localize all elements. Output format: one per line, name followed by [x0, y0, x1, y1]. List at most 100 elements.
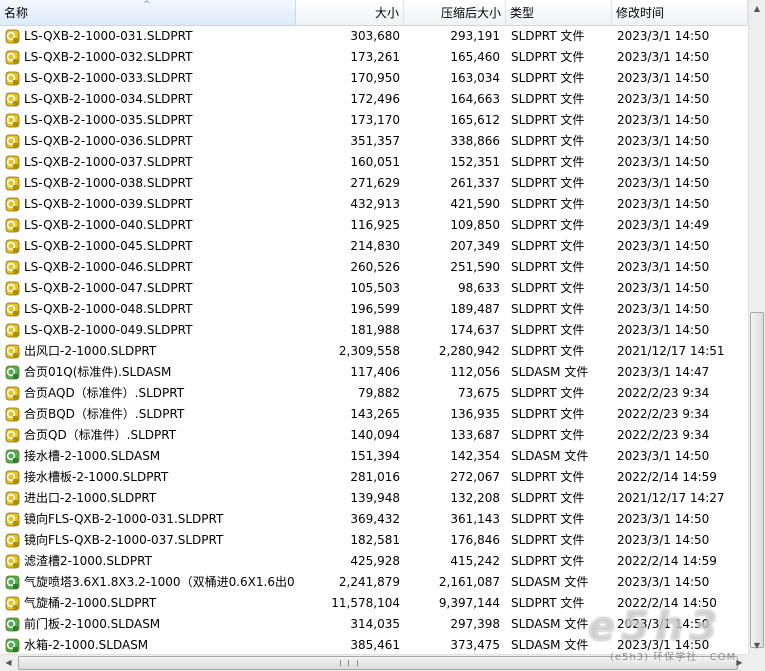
file-row[interactable]: LS-QXB-2-1000-035.SLDPRT 173,170 165,612 SL…	[0, 110, 748, 131]
file-size: 214,830	[350, 239, 400, 253]
file-type: SLDASM 文件	[511, 449, 589, 463]
sldprt-icon	[5, 113, 21, 128]
file-row[interactable]: LS-QXB-2-1000-048.SLDPRT 196,599 189,487 SL…	[0, 299, 748, 320]
file-row[interactable]: 进出口-2-1000.SLDPRT 139,948 132,208 SLDPRT 文件…	[0, 488, 748, 509]
file-compressed-size: 112,056	[450, 365, 500, 379]
file-type: SLDPRT 文件	[511, 554, 585, 568]
file-type: SLDPRT 文件	[511, 155, 585, 169]
file-type: SLDPRT 文件	[511, 260, 585, 274]
sldprt-icon	[5, 50, 21, 65]
file-type: SLDASM 文件	[511, 365, 589, 379]
file-list[interactable]: LS-QXB-2-1000-031.SLDPRT 303,680 293,191 SL…	[0, 26, 748, 656]
vertical-scroll-thumb[interactable]	[750, 312, 764, 648]
file-row[interactable]: LS-QXB-2-1000-047.SLDPRT 105,503 98,633 SLD…	[0, 278, 748, 299]
column-header-compressed-size[interactable]: 压缩后大小	[404, 0, 506, 25]
file-type: SLDPRT 文件	[511, 407, 585, 421]
file-size: 314,035	[350, 617, 400, 631]
column-header: 名称 ^ 大小 压缩后大小 类型 修改时间	[0, 0, 748, 26]
scroll-left-icon[interactable]: ◀	[0, 655, 17, 671]
file-row[interactable]: LS-QXB-2-1000-038.SLDPRT 271,629 261,337 SL…	[0, 173, 748, 194]
scroll-up-icon[interactable]: ▲	[749, 0, 765, 17]
file-size: 2,309,558	[338, 344, 400, 358]
file-compressed-size: 163,034	[450, 71, 500, 85]
sldprt-icon	[5, 176, 21, 191]
file-compressed-size: 164,663	[450, 92, 500, 106]
file-row[interactable]: 镜向FLS-QXB-2-1000-037.SLDPRT 182,581 176,84…	[0, 530, 748, 551]
column-header-size[interactable]: 大小	[296, 0, 404, 25]
file-name: LS-QXB-2-1000-049.SLDPRT	[24, 323, 193, 337]
file-row[interactable]: 滤渣槽2-1000.SLDPRT 425,928 415,242 SLDPRT 文件 2…	[0, 551, 748, 572]
file-type: SLDPRT 文件	[511, 197, 585, 211]
file-type: SLDPRT 文件	[511, 134, 585, 148]
file-size: 170,950	[350, 71, 400, 85]
file-modified: 2022/2/23 9:34	[617, 428, 710, 442]
sldasm-icon	[5, 617, 21, 632]
file-row[interactable]: 气旋桶-2-1000.SLDPRT 11,578,104 9,397,144 SLDP…	[0, 593, 748, 614]
file-row[interactable]: 出风口-2-1000.SLDPRT 2,309,558 2,280,942 SLDPR…	[0, 341, 748, 362]
file-size: 160,051	[350, 155, 400, 169]
sldprt-icon	[5, 596, 21, 611]
file-type: SLDPRT 文件	[511, 218, 585, 232]
file-row[interactable]: LS-QXB-2-1000-031.SLDPRT 303,680 293,191 SL…	[0, 26, 748, 47]
file-row[interactable]: 合页AQD（标准件）.SLDPRT 79,882 73,675 SLDPRT 文件 20…	[0, 383, 748, 404]
file-row[interactable]: 镜向FLS-QXB-2-1000-031.SLDPRT 369,432 361,14…	[0, 509, 748, 530]
file-row[interactable]: 接水槽-2-1000.SLDASM 151,394 142,354 SLDASM 文件…	[0, 446, 748, 467]
sldprt-icon	[5, 260, 21, 275]
vertical-scrollbar[interactable]: ▲ ▼	[748, 0, 765, 654]
column-header-type[interactable]: 类型	[506, 0, 612, 25]
file-name: 出风口-2-1000.SLDPRT	[24, 344, 157, 358]
file-size: 143,265	[350, 407, 400, 421]
file-compressed-size: 415,242	[450, 554, 500, 568]
file-modified: 2023/3/1 14:50	[617, 449, 710, 463]
column-header-modified[interactable]: 修改时间	[612, 0, 748, 25]
sldasm-icon	[5, 575, 21, 590]
file-row[interactable]: LS-QXB-2-1000-039.SLDPRT 432,913 421,590 SL…	[0, 194, 748, 215]
file-name: 接水槽-2-1000.SLDASM	[24, 449, 161, 463]
file-compressed-size: 297,398	[450, 617, 500, 631]
file-row[interactable]: 前门板-2-1000.SLDASM 314,035 297,398 SLDASM 文件…	[0, 614, 748, 635]
file-size: 151,394	[350, 449, 400, 463]
file-row[interactable]: LS-QXB-2-1000-045.SLDPRT 214,830 207,349 SL…	[0, 236, 748, 257]
file-row[interactable]: LS-QXB-2-1000-049.SLDPRT 181,988 174,637 SL…	[0, 320, 748, 341]
scroll-right-icon[interactable]: ▶	[731, 655, 748, 671]
file-size: 385,461	[350, 638, 400, 652]
file-row[interactable]: LS-QXB-2-1000-040.SLDPRT 116,925 109,850 SL…	[0, 215, 748, 236]
file-row[interactable]: 合页QD（标准件）.SLDPRT 140,094 133,687 SLDPRT 文件 2…	[0, 425, 748, 446]
sort-ascending-icon: ^	[143, 0, 151, 10]
file-row[interactable]: 合页01Q(标准件).SLDASM 117,406 112,056 SLDASM 文件…	[0, 362, 748, 383]
file-compressed-size: 109,850	[450, 218, 500, 232]
sldprt-icon	[5, 470, 21, 485]
file-modified: 2023/3/1 14:50	[617, 197, 710, 211]
file-row[interactable]: LS-QXB-2-1000-037.SLDPRT 160,051 152,351 SL…	[0, 152, 748, 173]
file-row[interactable]: 水箱-2-1000.SLDASM 385,461 373,475 SLDASM 文件 2…	[0, 635, 748, 656]
file-row[interactable]: LS-QXB-2-1000-036.SLDPRT 351,357 338,866 SL…	[0, 131, 748, 152]
horizontal-scroll-thumb[interactable]	[18, 656, 738, 670]
horizontal-scrollbar[interactable]: ◀ ▶	[0, 654, 748, 671]
sldprt-icon	[5, 512, 21, 527]
file-name: LS-QXB-2-1000-040.SLDPRT	[24, 218, 193, 232]
file-row[interactable]: 气旋喷塔3.6X1.8X3.2-1000（双桶进0.6X1.6出0.... 2,2…	[0, 572, 748, 593]
file-type: SLDPRT 文件	[511, 470, 585, 484]
file-compressed-size: 133,687	[450, 428, 500, 442]
file-modified: 2021/12/17 14:27	[617, 491, 725, 505]
file-size: 425,928	[350, 554, 400, 568]
file-row[interactable]: LS-QXB-2-1000-034.SLDPRT 172,496 164,663 SL…	[0, 89, 748, 110]
file-row[interactable]: LS-QXB-2-1000-046.SLDPRT 260,526 251,590 SL…	[0, 257, 748, 278]
column-header-name[interactable]: 名称 ^	[0, 0, 296, 25]
file-size: 369,432	[350, 512, 400, 526]
file-modified: 2023/3/1 14:50	[617, 512, 710, 526]
file-compressed-size: 2,161,087	[438, 575, 500, 589]
file-size: 105,503	[350, 281, 400, 295]
file-compressed-size: 189,487	[450, 302, 500, 316]
file-row[interactable]: LS-QXB-2-1000-033.SLDPRT 170,950 163,034 SL…	[0, 68, 748, 89]
file-size: 303,680	[350, 29, 400, 43]
file-row[interactable]: LS-QXB-2-1000-032.SLDPRT 173,261 165,460 SL…	[0, 47, 748, 68]
file-compressed-size: 152,351	[450, 155, 500, 169]
file-row[interactable]: 合页BQD（标准件）.SLDPRT 143,265 136,935 SLDPRT 文件…	[0, 404, 748, 425]
file-size: 140,094	[350, 428, 400, 442]
file-name: LS-QXB-2-1000-036.SLDPRT	[24, 134, 193, 148]
file-type: SLDPRT 文件	[511, 491, 585, 505]
file-row[interactable]: 接水槽板-2-1000.SLDPRT 281,016 272,067 SLDPRT 文…	[0, 467, 748, 488]
sldprt-icon	[5, 533, 21, 548]
scroll-down-icon[interactable]: ▼	[749, 637, 765, 654]
